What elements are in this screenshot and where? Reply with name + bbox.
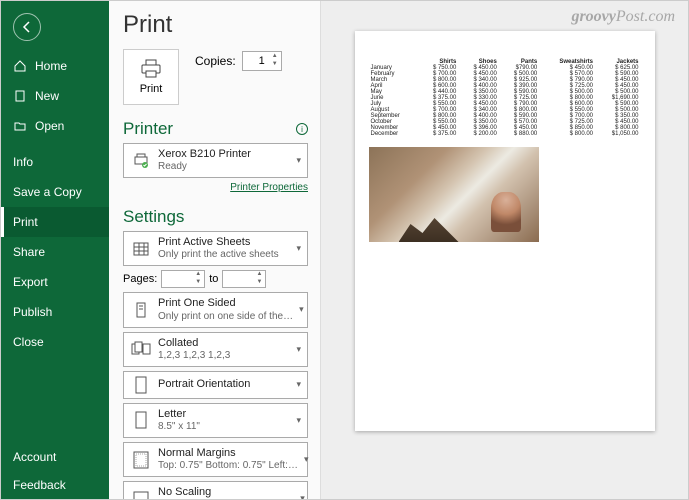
sidebar-item-label: New — [35, 89, 59, 103]
pages-from-input[interactable]: ▲▼ — [161, 270, 205, 288]
sidebar-item-share[interactable]: Share — [1, 237, 109, 267]
preview-page: ShirtsShoesPantsSweatshirtsJacketsJanuar… — [355, 31, 655, 431]
paper-size-dropdown[interactable]: Letter8.5" x 11" ▾ — [123, 403, 308, 438]
sidebar-item-label: Account — [13, 450, 56, 464]
sidebar-item-info[interactable]: Info — [1, 147, 109, 177]
pages-to-label: to — [209, 273, 218, 285]
sidebar-item-label: Export — [13, 275, 48, 289]
print-button-label: Print — [140, 83, 163, 95]
home-icon — [13, 59, 27, 73]
print-preview-area: ShirtsShoesPantsSweatshirtsJacketsJanuar… — [321, 1, 688, 499]
page-title: Print — [123, 11, 308, 39]
sidebar-item-label: Feedback — [13, 478, 66, 492]
copies-input[interactable]: 1 ▲▼ — [242, 51, 282, 71]
margins-dropdown[interactable]: Normal MarginsTop: 0.75" Bottom: 0.75" L… — [123, 442, 308, 477]
chevron-down-icon: ▾ — [296, 415, 301, 426]
sidebar-item-close[interactable]: Close — [1, 327, 109, 357]
one-sided-icon — [130, 301, 152, 319]
chevron-down-icon: ▾ — [296, 155, 301, 166]
collation-dropdown[interactable]: Collated1,2,3 1,2,3 1,2,3 ▾ — [123, 332, 308, 367]
copies-up[interactable]: ▲ — [270, 53, 280, 61]
copies-down[interactable]: ▼ — [270, 61, 280, 69]
copies-value: 1 — [259, 55, 265, 67]
sidebar-item-label: Print — [13, 215, 38, 229]
sidebar-item-label: Info — [13, 155, 33, 169]
sidebar-item-open[interactable]: Open — [1, 111, 109, 141]
printer-icon — [140, 59, 162, 79]
sidebar-item-new[interactable]: New — [1, 81, 109, 111]
sidebar-item-account[interactable]: Account — [1, 443, 109, 471]
orientation-dropdown[interactable]: Portrait Orientation ▾ — [123, 371, 308, 399]
printer-status: Ready — [158, 161, 290, 173]
sidebar-item-home[interactable]: Home — [1, 51, 109, 81]
preview-data-table: ShirtsShoesPantsSweatshirtsJacketsJanuar… — [369, 59, 641, 137]
printer-device-icon — [130, 152, 152, 170]
pages-to-input[interactable]: ▲▼ — [222, 270, 266, 288]
sidebar-item-label: Publish — [13, 305, 52, 319]
sidebar-item-label: Close — [13, 335, 44, 349]
chevron-down-icon: ▾ — [300, 493, 305, 499]
sheets-icon — [130, 240, 152, 258]
sidebar-item-label: Save a Copy — [13, 185, 82, 199]
margins-icon — [130, 451, 152, 469]
printer-dropdown[interactable]: Xerox B210 Printer Ready ▾ — [123, 143, 308, 178]
back-button[interactable] — [13, 13, 41, 41]
new-icon — [13, 89, 27, 103]
print-settings-panel: Print Print Copies: 1 ▲▼ Printer i — [109, 1, 321, 499]
pages-label: Pages: — [123, 273, 157, 285]
sidebar-item-save-copy[interactable]: Save a Copy — [1, 177, 109, 207]
printer-section-title: Printer — [123, 119, 173, 139]
preview-embedded-image — [369, 147, 539, 242]
sidebar-item-label: Open — [35, 119, 64, 133]
portrait-icon — [130, 376, 152, 394]
sidebar-item-export[interactable]: Export — [1, 267, 109, 297]
sidebar-item-label: Home — [35, 59, 67, 73]
sidebar-item-publish[interactable]: Publish — [1, 297, 109, 327]
sides-dropdown[interactable]: Print One SidedOnly print on one side of… — [123, 292, 308, 327]
chevron-down-icon: ▾ — [299, 304, 304, 315]
settings-section-title: Settings — [123, 207, 184, 227]
collated-icon — [130, 341, 152, 357]
scaling-dropdown[interactable]: 100 No ScalingPrint sheets at their actu… — [123, 481, 308, 499]
chevron-down-icon: ▾ — [296, 243, 301, 254]
print-what-dropdown[interactable]: Print Active SheetsOnly print the active… — [123, 231, 308, 266]
back-arrow-icon — [20, 20, 34, 34]
print-button[interactable]: Print — [123, 49, 179, 105]
sidebar-item-feedback[interactable]: Feedback — [1, 471, 109, 499]
scaling-icon: 100 — [130, 490, 152, 499]
chevron-down-icon: ▾ — [296, 344, 301, 355]
printer-info-icon[interactable]: i — [296, 123, 308, 135]
sidebar-item-print[interactable]: Print — [1, 207, 109, 237]
chevron-down-icon: ▾ — [296, 379, 301, 390]
printer-name: Xerox B210 Printer — [158, 148, 290, 161]
copies-label: Copies: — [195, 54, 236, 68]
chevron-down-icon: ▾ — [304, 454, 309, 465]
printer-properties-link[interactable]: Printer Properties — [123, 182, 308, 193]
sidebar-item-label: Share — [13, 245, 45, 259]
open-icon — [13, 119, 27, 133]
paper-icon — [130, 411, 152, 429]
backstage-sidebar: Home New Open Info Save a Copy Print Sha… — [1, 1, 109, 499]
